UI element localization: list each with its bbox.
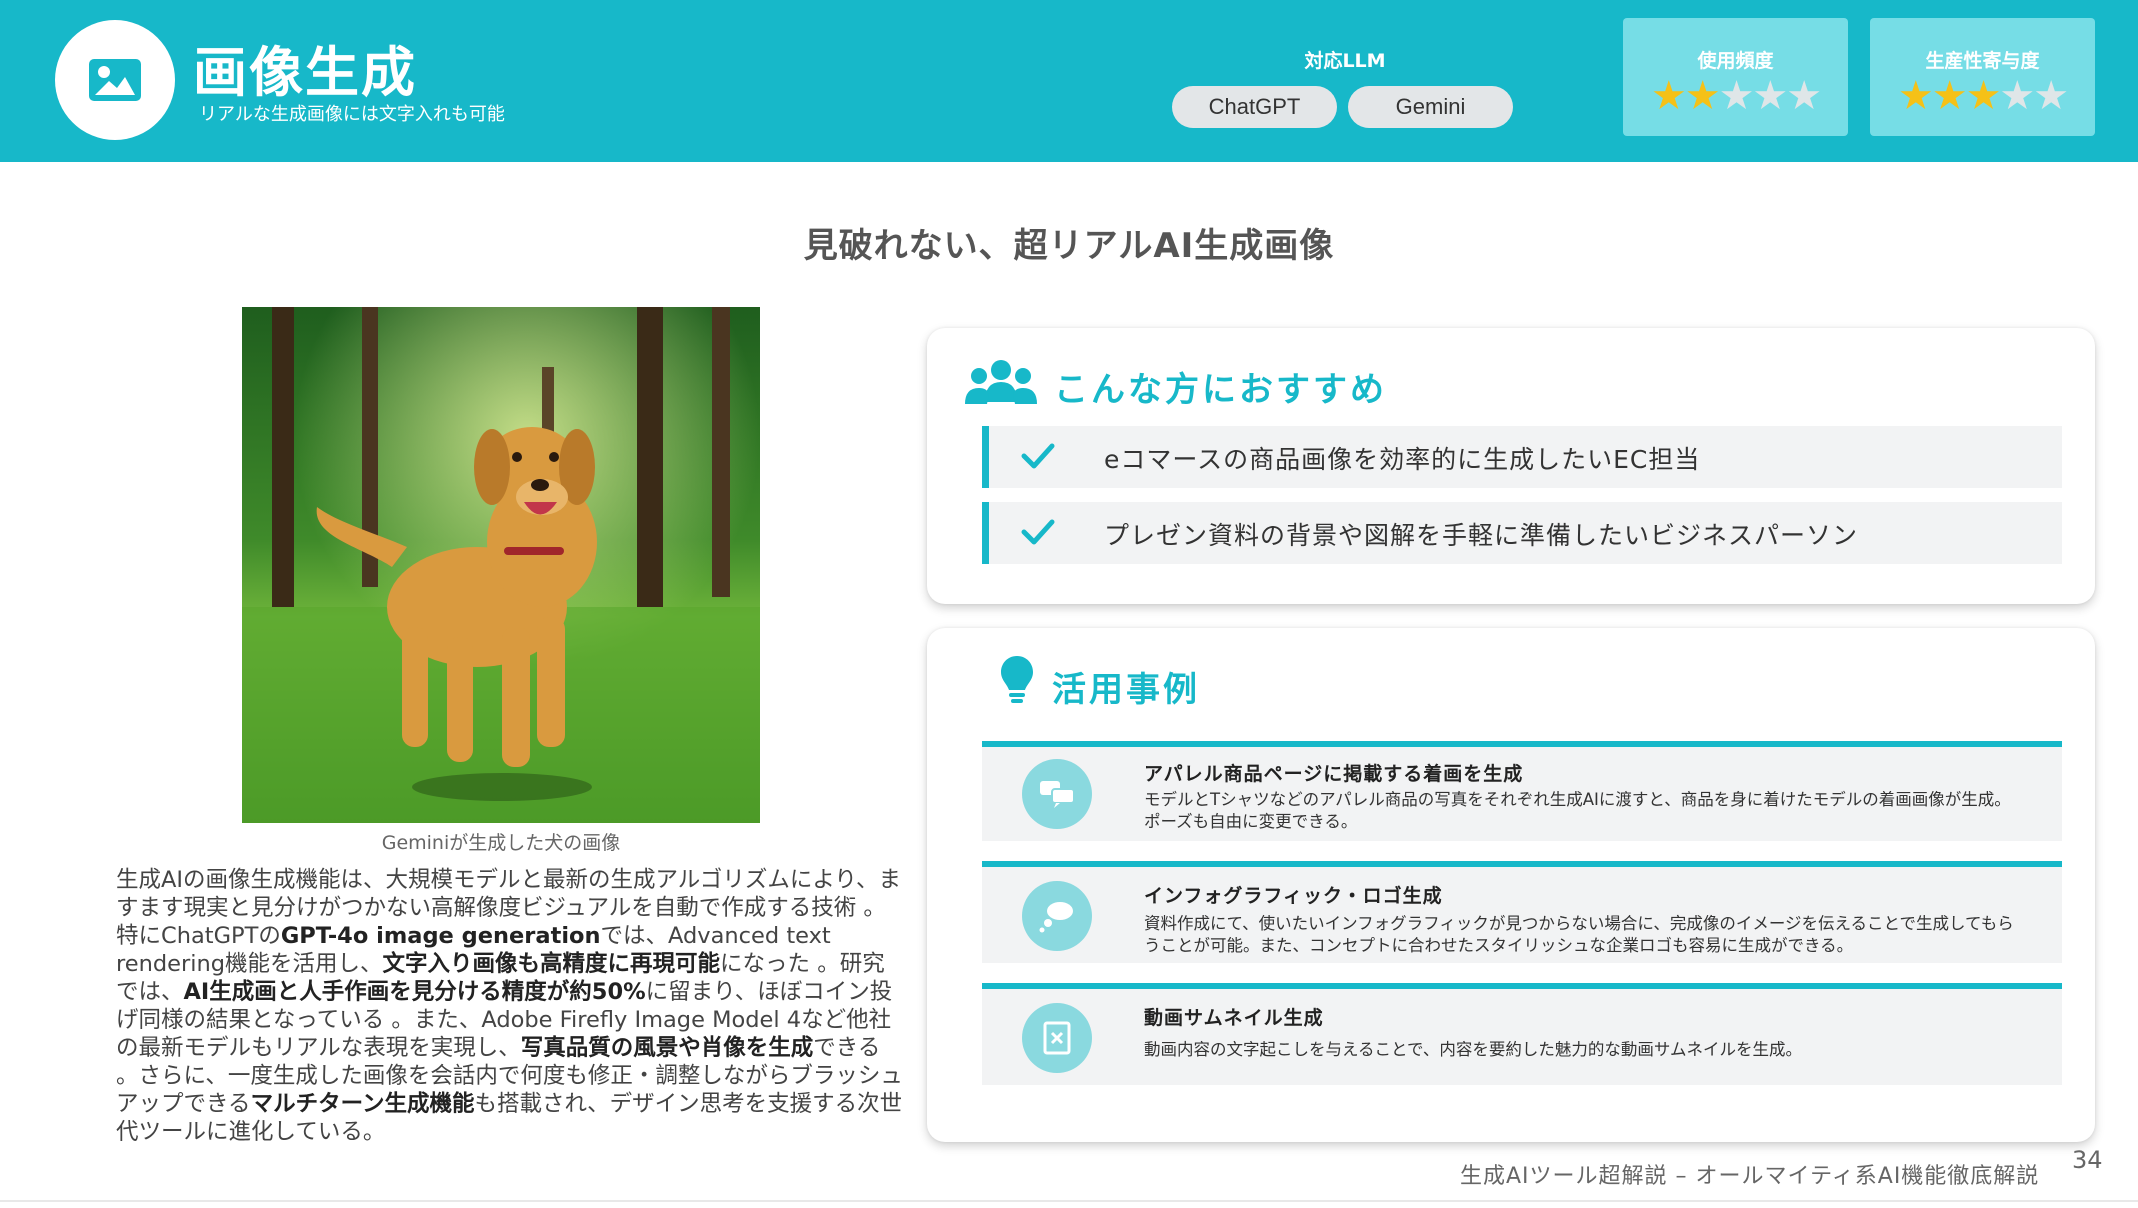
- star-rating: ★★★★★: [1623, 76, 1848, 116]
- check-icon: [1021, 519, 1055, 545]
- page-title: 画像生成: [193, 41, 417, 104]
- use-case-title: 動画サムネイル生成: [1144, 1007, 1324, 1029]
- use-case-icon: [1022, 759, 1092, 829]
- star-empty-icon: ★: [1752, 73, 1788, 119]
- use-case-item: アパレル商品ページに掲載する着画を生成 モデルとTシャツなどのアパレル商品の写真…: [982, 741, 2062, 841]
- use-case-item: インフォグラフィック・ロゴ生成 資料作成にて、使いたいインフォグラフィックが見つ…: [982, 861, 2062, 963]
- star-empty-icon: ★: [1786, 73, 1822, 119]
- use-case-icon: [1022, 881, 1092, 951]
- image-icon: [89, 59, 141, 101]
- use-case-title: インフォグラフィック・ロゴ生成: [1144, 885, 1443, 907]
- star-rating: ★★★★★: [1870, 76, 2095, 116]
- header-bar: 画像生成 リアルな生成画像には文字入れも可能 対応LLM ChatGPT Gem…: [0, 0, 2138, 162]
- use-cases-card: 活用事例 アパレル商品ページに掲載する着画を生成 モデルとTシャツなどのアパレル…: [927, 628, 2095, 1142]
- section-heading: 見破れない、超リアルAI生成画像: [803, 226, 1335, 266]
- rating-label: 使用頻度: [1697, 50, 1774, 72]
- star-filled-icon: ★: [1965, 73, 2002, 119]
- page-subtitle: リアルな生成画像には文字入れも可能: [199, 104, 505, 125]
- star-filled-icon: ★: [1684, 73, 1721, 119]
- lightbulb-icon: [1001, 656, 1033, 703]
- use-case-title: アパレル商品ページに掲載する着画を生成: [1144, 763, 1524, 785]
- star-filled-icon: ★: [1897, 73, 1934, 119]
- productivity-rating: 生産性寄与度 ★★★★★: [1870, 18, 2095, 136]
- use-case-item: 動画サムネイル生成 動画内容の文字起こしを与えることで、内容を要約した魅力的な動…: [982, 983, 2062, 1085]
- image-caption: Geminiが生成した犬の画像: [381, 832, 621, 854]
- recommend-title: こんな方におすすめ: [1054, 370, 1387, 410]
- users-icon: [965, 360, 1037, 404]
- emphasis-text: GPT-4o image generation: [280, 923, 601, 949]
- use-case-description: モデルとTシャツなどのアパレル商品の写真をそれぞれ生成AIに渡すと、商品を身に着…: [1144, 790, 2011, 831]
- llm-chatgpt-badge: ChatGPT: [1172, 86, 1337, 128]
- document-icon: [1043, 1021, 1071, 1055]
- recommend-card: こんな方におすすめ eコマースの商品画像を効率的に生成したいEC担当 プレゼン資…: [927, 328, 2095, 604]
- use-case-icon: [1022, 1003, 1092, 1073]
- star-filled-icon: ★: [1650, 73, 1687, 119]
- llm-gemini-badge: Gemini: [1348, 86, 1513, 128]
- star-empty-icon: ★: [1999, 73, 2035, 119]
- usage-frequency-rating: 使用頻度 ★★★★★: [1623, 18, 1848, 136]
- footer-divider: [0, 1200, 2138, 1202]
- recommend-item: eコマースの商品画像を効率的に生成したいEC担当: [982, 426, 2062, 488]
- llm-label: 対応LLM: [1304, 50, 1386, 72]
- use-case-description: 資料作成にて、使いたいインフォグラフィックが見つからない場合に、完成像のイメージ…: [1144, 914, 2014, 955]
- page-number: 34: [2072, 1146, 2103, 1174]
- emphasis-text: AI生成画と人手作画を見分ける精度が約50%: [183, 979, 646, 1005]
- use-cases-title: 活用事例: [1052, 670, 1200, 710]
- star-empty-icon: ★: [2033, 73, 2069, 119]
- recommend-item: プレゼン資料の背景や図解を手軽に準備したいビジネスパーソン: [982, 502, 2062, 564]
- star-filled-icon: ★: [1931, 73, 1968, 119]
- dog-photo: [242, 307, 760, 823]
- rating-label: 生産性寄与度: [1925, 50, 2040, 72]
- emphasis-text: 写真品質の風景や肖像を生成: [520, 1035, 814, 1061]
- chat-bubbles-icon: [1040, 781, 1075, 808]
- emphasis-text: 文字入り画像も高精度に再現可能: [382, 951, 721, 977]
- recommend-item-text: eコマースの商品画像を効率的に生成したいEC担当: [1104, 445, 1701, 474]
- thought-bubble-icon: [1039, 902, 1073, 933]
- recommend-item-text: プレゼン資料の背景や図解を手軽に準備したいビジネスパーソン: [1104, 521, 1859, 550]
- star-empty-icon: ★: [1718, 73, 1755, 119]
- use-case-description: 動画内容の文字起こしを与えることで、内容を要約した魅力的な動画サムネイルを生成。: [1144, 1040, 1803, 1059]
- check-icon: [1021, 443, 1055, 469]
- header-logo: [55, 20, 175, 140]
- description-paragraph: 生成AIの画像生成機能は、大規模モデルと最新の生成アルゴリズムにより、ますます現…: [116, 866, 906, 1146]
- footer-text: 生成AIツール超解説 – オールマイティ系AI機能徹底解説: [1460, 1164, 2040, 1189]
- emphasis-text: マルチターン生成機能: [250, 1091, 475, 1117]
